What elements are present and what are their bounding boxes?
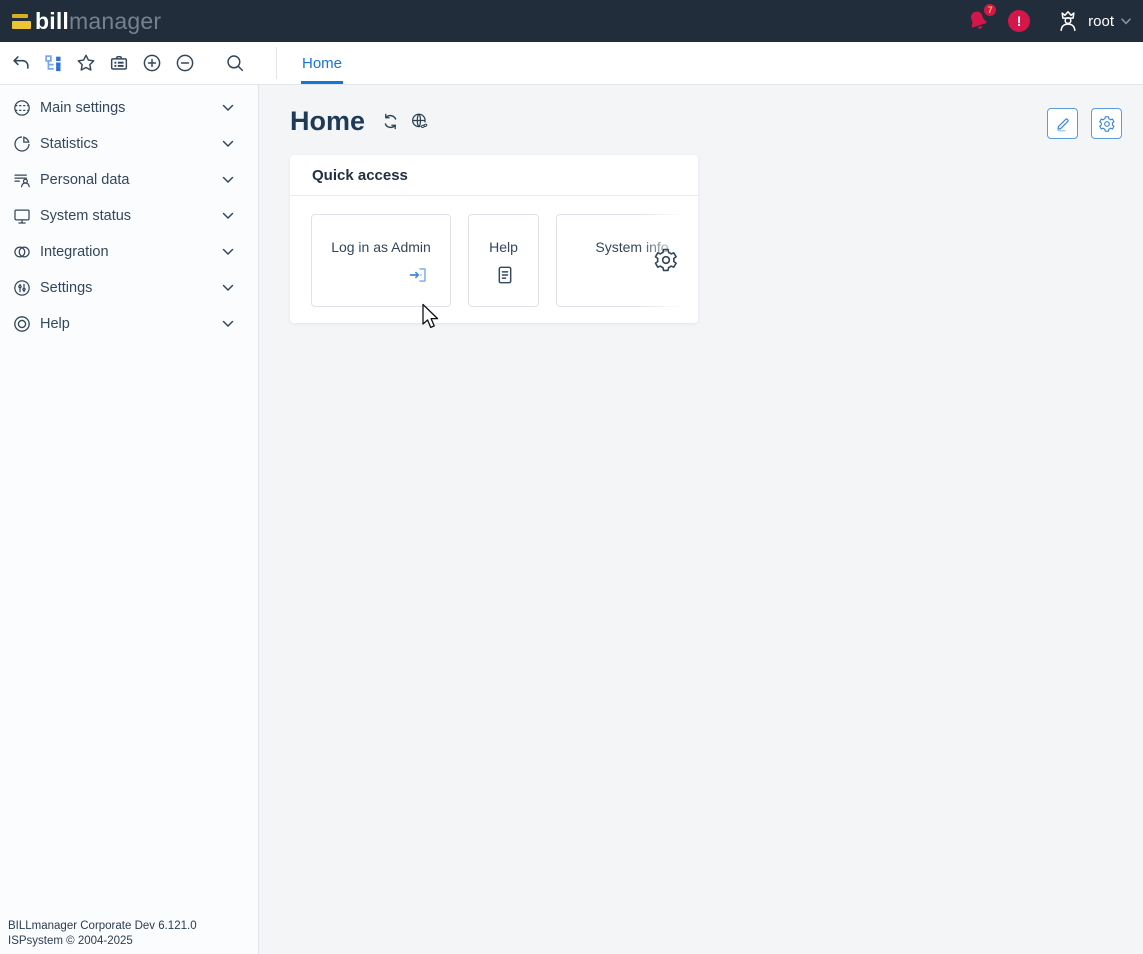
page-title: Home <box>290 106 365 137</box>
quick-access-card: Quick access Log in as Admin Help <box>290 155 698 323</box>
star-favorites-button[interactable] <box>75 52 97 74</box>
edit-dashboard-button[interactable] <box>1047 108 1078 139</box>
sidebar-item-personal-data[interactable]: Personal data <box>0 162 258 198</box>
copyright-line: ISPsystem © 2004-2025 <box>8 934 197 949</box>
briefcase-button[interactable] <box>108 52 130 74</box>
chevron-down-icon <box>222 212 234 220</box>
billmanager-logo-icon <box>12 14 31 29</box>
quick-access-gear-button[interactable] <box>653 247 679 273</box>
plus-circle-button[interactable] <box>141 52 163 74</box>
document-icon <box>489 264 518 286</box>
sidebar-item-statistics[interactable]: Statistics <box>0 126 258 162</box>
sidebar-item-label: Main settings <box>40 100 125 116</box>
quick-access-title: Quick access <box>290 155 698 196</box>
chevron-down-icon <box>222 248 234 256</box>
chevron-down-icon <box>222 104 234 112</box>
chevron-down-icon <box>222 176 234 184</box>
sidebar-item-integration[interactable]: Integration <box>0 234 258 270</box>
tab-home-label: Home <box>302 55 342 72</box>
notifications-bell-button[interactable]: 7 <box>965 8 991 34</box>
notification-count-badge: 7 <box>982 2 998 18</box>
alert-button[interactable]: ! <box>1008 10 1030 32</box>
user-name: root <box>1088 13 1114 30</box>
minus-circle-button[interactable] <box>174 52 196 74</box>
sliders-circle-icon <box>12 278 32 298</box>
sidebar-item-settings[interactable]: Settings <box>0 270 258 306</box>
gear-icon <box>1098 115 1116 133</box>
tree-view-button[interactable] <box>43 53 64 74</box>
globe-link-icon[interactable] <box>409 111 430 132</box>
overlapping-circles-icon <box>12 242 32 262</box>
chevron-down-icon <box>222 320 234 328</box>
sidebar-item-label: Statistics <box>40 136 98 152</box>
edit-pencil-icon <box>1054 115 1072 133</box>
quick-access-tiles: Log in as Admin Help <box>290 196 698 307</box>
tab-bar: Home <box>301 42 343 84</box>
sidebar-item-system-status[interactable]: System status <box>0 198 258 234</box>
sidebar-item-main-settings[interactable]: Main settings <box>0 90 258 126</box>
tile-label: Help <box>489 239 518 255</box>
user-menu[interactable]: root <box>1055 8 1131 34</box>
logo-text-light: manager <box>69 8 161 35</box>
pie-chart-icon <box>12 134 32 154</box>
sidebar-item-label: Settings <box>40 280 92 296</box>
gear-icon <box>653 247 679 273</box>
sidebar-item-label: Help <box>40 316 70 332</box>
version-line: BILLmanager Corporate Dev 6.121.0 <box>8 919 197 934</box>
dashboard-settings-button[interactable] <box>1091 108 1122 139</box>
sidebar-item-label: Integration <box>40 244 109 260</box>
sidebar-item-help[interactable]: Help <box>0 306 258 342</box>
help-ring-icon <box>12 314 32 334</box>
sidebar-item-label: Personal data <box>40 172 129 188</box>
toolbar <box>0 47 277 79</box>
sidebar-item-label: System status <box>40 208 131 224</box>
chevron-down-icon <box>222 284 234 292</box>
version-footer: BILLmanager Corporate Dev 6.121.0 ISPsys… <box>8 919 197 949</box>
globe-dashed-icon <box>12 98 32 118</box>
top-bar: bill manager 7 ! <box>0 0 1143 42</box>
login-icon <box>331 264 431 286</box>
monitor-icon <box>12 206 32 226</box>
refresh-icon[interactable] <box>380 111 401 132</box>
chevron-down-icon <box>1121 18 1131 25</box>
tile-log-in-as-admin[interactable]: Log in as Admin <box>311 214 451 307</box>
search-button[interactable] <box>224 52 246 74</box>
toolbar-row: Home <box>0 42 1143 85</box>
logo-text-bold: bill <box>35 8 69 35</box>
back-button[interactable] <box>10 52 32 74</box>
tile-label: Log in as Admin <box>331 239 431 255</box>
crowned-user-icon <box>1055 8 1081 34</box>
person-list-icon <box>12 170 32 190</box>
billmanager-logo[interactable]: bill manager <box>12 8 161 35</box>
main-content: Home <box>260 85 1143 954</box>
exclamation-icon: ! <box>1017 13 1022 29</box>
tab-home[interactable]: Home <box>301 42 343 84</box>
tile-help[interactable]: Help <box>468 214 539 307</box>
sidebar: Main settings Statistics <box>0 85 259 954</box>
chevron-down-icon <box>222 140 234 148</box>
